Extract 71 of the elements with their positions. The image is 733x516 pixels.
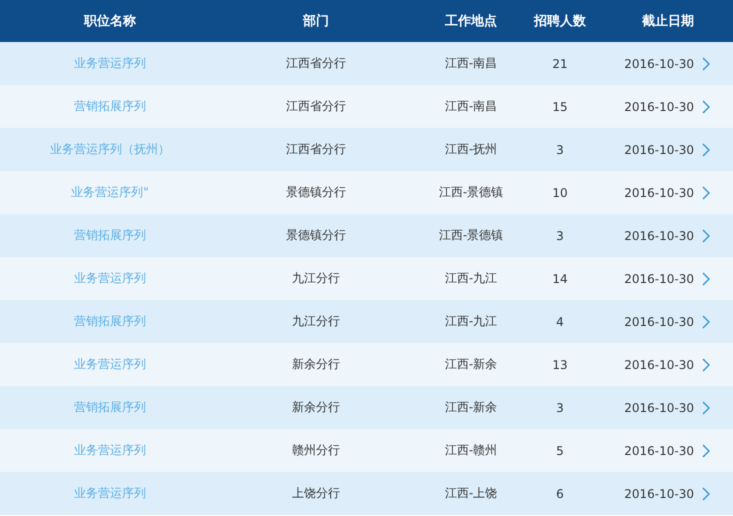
department-cell: 新余分行 [292, 399, 340, 416]
chevron-right-icon[interactable] [702, 142, 710, 156]
location-cell: 江西-南昌 [444, 55, 498, 72]
deadline-cell: 2016-10-30 [624, 100, 694, 114]
deadline-cell: 2016-10-30 [624, 228, 694, 242]
openings-cell: 3 [556, 142, 564, 156]
location-cell: 江西-新余 [444, 356, 498, 373]
deadline-cell: 2016-10-30 [624, 142, 694, 156]
deadline-cell: 2016-10-30 [624, 186, 694, 200]
job-title-link[interactable]: 业务营运序列 [74, 270, 146, 287]
chevron-right-icon[interactable] [702, 228, 710, 242]
location-cell: 江西-景德镇 [438, 227, 504, 244]
department-cell: 赣州分行 [292, 442, 340, 459]
deadline-cell: 2016-10-30 [624, 314, 694, 328]
openings-cell: 10 [552, 186, 568, 200]
job-title-link[interactable]: 业务营运序列（抚州） [50, 141, 170, 158]
department-cell: 九江分行 [292, 313, 340, 330]
openings-cell: 14 [552, 272, 568, 286]
location-cell: 江西-抚州 [444, 141, 498, 158]
column-header: 部门 [303, 12, 329, 30]
job-title-link[interactable]: 营销拓展序列 [74, 399, 146, 416]
department-cell: 新余分行 [292, 356, 340, 373]
department-cell: 江西省分行 [286, 55, 346, 72]
job-title-link[interactable]: 业务营运序列 [74, 442, 146, 459]
deadline-cell: 2016-10-30 [624, 272, 694, 286]
chevron-right-icon[interactable] [702, 56, 710, 70]
location-cell: 江西-九江 [444, 270, 498, 287]
department-cell: 江西省分行 [286, 141, 346, 158]
chevron-right-icon[interactable] [702, 272, 710, 286]
deadline-cell: 2016-10-30 [624, 486, 694, 500]
column-header: 工作地点 [445, 13, 497, 30]
job-title-link[interactable]: 业务营运序列 [74, 356, 146, 373]
chevron-right-icon[interactable] [702, 400, 710, 414]
location-cell: 江西-九江 [444, 313, 498, 330]
department-cell: 上饶分行 [292, 485, 340, 502]
chevron-right-icon[interactable] [702, 358, 710, 372]
location-cell: 江西-景德镇 [438, 184, 504, 201]
location-cell: 江西-南昌 [444, 98, 498, 115]
job-title-link[interactable]: 业务营运序列 [74, 55, 146, 72]
department-cell: 景德镇分行 [286, 184, 346, 201]
chevron-right-icon[interactable] [702, 186, 710, 200]
openings-cell: 6 [556, 486, 564, 500]
openings-cell: 3 [556, 228, 564, 242]
deadline-cell: 2016-10-30 [624, 358, 694, 372]
openings-cell: 13 [552, 358, 568, 372]
openings-cell: 21 [552, 56, 568, 70]
job-title-link[interactable]: 营销拓展序列 [74, 313, 146, 330]
job-title-link[interactable]: 营销拓展序列 [74, 227, 146, 244]
location-cell: 江西-上饶 [444, 485, 498, 502]
deadline-cell: 2016-10-30 [624, 400, 694, 414]
location-cell: 江西-新余 [444, 399, 498, 416]
openings-cell: 15 [552, 100, 568, 114]
job-title-link[interactable]: 业务营运序列" [71, 184, 149, 201]
job-title-link[interactable]: 业务营运序列 [74, 485, 146, 502]
department-cell: 江西省分行 [286, 98, 346, 115]
column-header: 截止日期 [642, 13, 694, 30]
openings-cell: 4 [556, 314, 564, 328]
deadline-cell: 2016-10-30 [624, 56, 694, 70]
column-header: 职位名称 [84, 13, 136, 30]
openings-cell: 5 [556, 444, 564, 458]
department-cell: 九江分行 [292, 270, 340, 287]
deadline-cell: 2016-10-30 [624, 444, 694, 458]
column-header: 招聘人数 [534, 13, 586, 30]
job-title-link[interactable]: 营销拓展序列 [74, 98, 146, 115]
department-cell: 景德镇分行 [286, 227, 346, 244]
chevron-right-icon[interactable] [702, 486, 710, 500]
openings-cell: 3 [556, 400, 564, 414]
chevron-right-icon[interactable] [702, 100, 710, 114]
chevron-right-icon[interactable] [702, 444, 710, 458]
location-cell: 江西-赣州 [444, 442, 498, 459]
chevron-right-icon[interactable] [702, 314, 710, 328]
